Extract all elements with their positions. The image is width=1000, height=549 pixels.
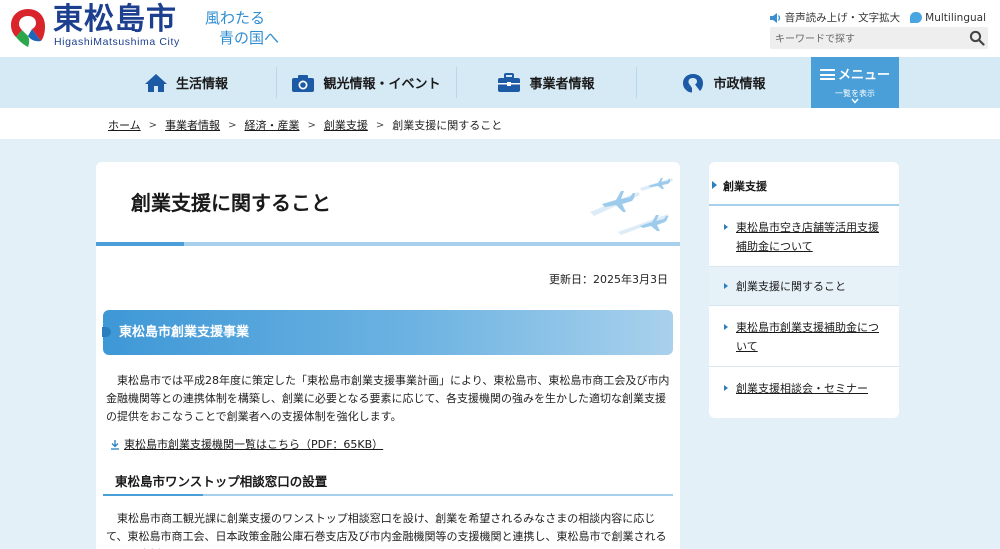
sidebar: 創業支援 東松島市空き店舗等活用支援補助金について 創業支援に関すること 東松島… [709, 162, 899, 418]
breadcrumb-link-startup[interactable]: 創業支援 [324, 117, 368, 133]
sidebar-item-label: 東松島市空き店舗等活用支援補助金について [736, 221, 879, 253]
updated-date: 更新日：2025年3月3日 [549, 273, 668, 286]
city-emblem-icon [683, 73, 704, 92]
nav-item-business[interactable]: 事業者情報 [456, 57, 636, 108]
speaker-icon [769, 12, 780, 23]
search-input[interactable] [770, 28, 960, 51]
pdf-link[interactable]: 東松島市創業支援機関一覧はこちら（PDF：65KB） [124, 436, 383, 452]
breadcrumb-current: 創業支援に関すること [392, 119, 503, 132]
city-logo-icon[interactable] [8, 6, 48, 48]
briefcase-icon [498, 72, 521, 92]
breadcrumb-separator: > [307, 119, 316, 131]
speech-bubble-icon [910, 12, 923, 23]
menu-title: メニュー [811, 64, 899, 83]
nav-item-city-admin[interactable]: 市政情報 [636, 57, 811, 108]
sidebar-item-seminar[interactable]: 創業支援相談会・セミナー [709, 366, 899, 414]
nav-item-life[interactable]: 生活情報 [96, 57, 276, 108]
arrow-right-icon [724, 224, 728, 230]
sidebar-item-startup-subsidy[interactable]: 東松島市創業支援補助金について [709, 306, 899, 366]
arrow-right-icon [724, 283, 728, 289]
search-box [770, 27, 988, 51]
title-underline [96, 242, 680, 246]
sidebar-item-label: 創業支援に関すること [736, 280, 846, 293]
one-stop-paragraph: 東松島市商工観光課に創業支援のワンストップ相談窓口を設け、創業を希望されるみなさ… [106, 512, 667, 549]
sidebar-heading: 創業支援 [709, 162, 899, 206]
breadcrumb-link-home[interactable]: ホーム [108, 117, 141, 133]
arrow-right-icon [724, 324, 728, 330]
sidebar-item-vacant-store-subsidy[interactable]: 東松島市空き店舗等活用支援補助金について [709, 208, 899, 266]
nav-item-label: 市政情報 [713, 77, 766, 92]
page-title: 創業支援に関すること [131, 191, 331, 215]
slogan-line-1: 風わたる [205, 9, 266, 27]
utility-links: 音声読み上げ・文字拡大 Multilingual [769, 10, 986, 25]
search-icon[interactable] [969, 30, 985, 46]
breadcrumb-link-economy[interactable]: 経済・産業 [244, 117, 299, 133]
multilingual-link[interactable]: Multilingual [910, 10, 986, 25]
main-content: 創業支援に関すること 更新日：2025年3月3日 東松島市創業支援事業 東松島市… [96, 162, 680, 549]
house-icon [144, 73, 167, 92]
subsection-heading: 東松島市ワンストップ相談窓口の設置 [103, 472, 673, 496]
pdf-link-row: 東松島市創業支援機関一覧はこちら（PDF：65KB） [110, 436, 383, 452]
breadcrumb-bar: ホーム > 事業者情報 > 経済・産業 > 創業支援 > 創業支援に関すること [0, 108, 1000, 139]
breadcrumb-separator: > [375, 119, 385, 131]
logo-subtitle: HigashiMatsushima City [54, 36, 180, 48]
slogan: 風わたる 青の国へ [205, 8, 295, 48]
slogan-line-2: 青の国へ [219, 29, 280, 47]
menu-button[interactable]: メニュー 一覧を表示 [811, 57, 899, 108]
sidebar-item-label: 東松島市創業支援補助金について [736, 321, 879, 353]
sidebar-item-startup-support[interactable]: 創業支援に関すること [709, 266, 899, 306]
title-area: 創業支援に関すること [96, 162, 680, 246]
breadcrumb-separator: > [228, 119, 237, 131]
nav-item-tourism[interactable]: 観光情報・イベント [276, 57, 456, 108]
hamburger-icon [819, 69, 835, 80]
multilingual-label: Multilingual [925, 11, 986, 24]
breadcrumb-separator: > [148, 119, 158, 131]
site-header: 東松島市 HigashiMatsushima City 風わたる 青の国へ 音声… [0, 0, 1000, 57]
global-nav: 生活情報 観光情報・イベント 事業者情報 市政情報 メニュー 一覧を表示 [0, 57, 1000, 108]
speech-zoom-link[interactable]: 音声読み上げ・文字拡大 [769, 10, 901, 25]
section-heading: 東松島市創業支援事業 [102, 310, 673, 355]
menu-label: メニュー [837, 68, 890, 83]
intro-paragraph: 東松島市では平成28年度に策定した「東松島市創業支援事業計画」により、東松島市、… [106, 374, 670, 423]
download-icon [111, 439, 119, 450]
airplanes-decoration-icon [590, 178, 673, 235]
breadcrumb-link-business[interactable]: 事業者情報 [165, 117, 220, 133]
arrow-right-icon [724, 385, 728, 391]
camera-icon [292, 74, 315, 92]
nav-item-label: 事業者情報 [529, 77, 595, 92]
chevron-down-icon [851, 98, 859, 104]
breadcrumb: ホーム > 事業者情報 > 経済・産業 > 創業支援 > 創業支援に関すること [108, 117, 502, 133]
speech-zoom-label: 音声読み上げ・文字拡大 [784, 12, 901, 24]
logo-title[interactable]: 東松島市 [53, 2, 177, 38]
nav-item-label: 生活情報 [175, 77, 228, 92]
sidebar-item-label: 創業支援相談会・セミナー [736, 382, 868, 395]
nav-item-label: 観光情報・イベント [323, 77, 441, 92]
